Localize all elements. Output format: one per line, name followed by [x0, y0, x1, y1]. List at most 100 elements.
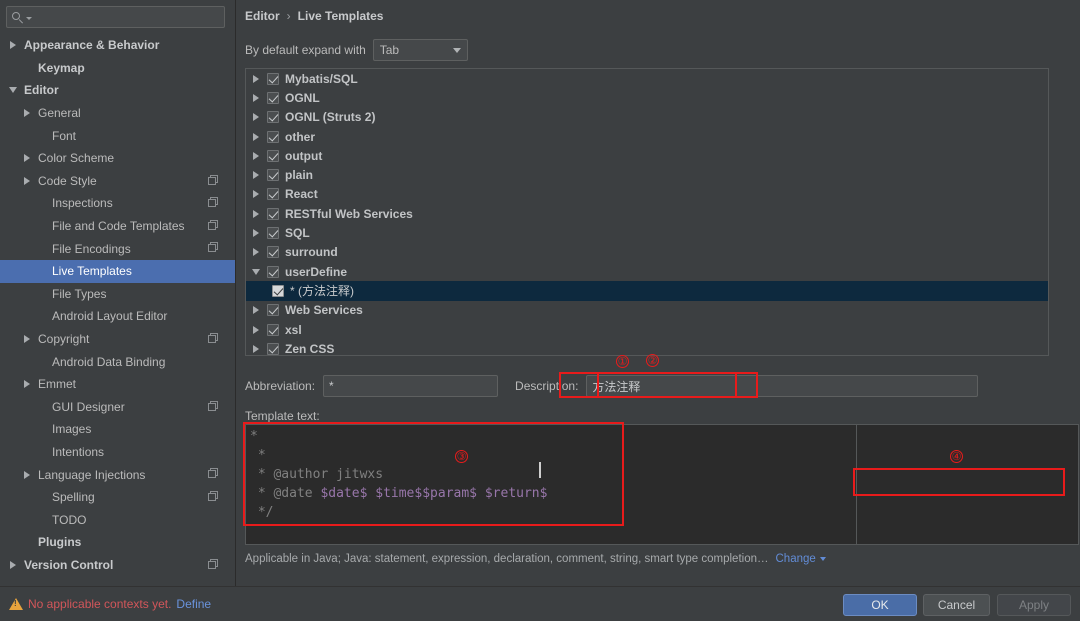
sidebar-item-file-and-code-templates[interactable]: File and Code Templates	[0, 215, 235, 238]
chevron-right-icon[interactable]	[251, 151, 267, 160]
template-enabled-checkbox[interactable]	[267, 91, 279, 104]
chevron-right-icon[interactable]	[20, 109, 34, 118]
copy-settings-icon[interactable]	[208, 490, 219, 502]
template-list-row[interactable]: React	[246, 185, 1048, 204]
chevron-down-icon[interactable]	[251, 268, 267, 275]
copy-settings-icon[interactable]	[208, 468, 219, 479]
apply-button[interactable]: Apply	[997, 594, 1071, 616]
sidebar-item-editor[interactable]: Editor	[0, 79, 235, 102]
change-contexts-link[interactable]: Change	[776, 553, 816, 565]
search-input[interactable]	[32, 10, 224, 24]
chevron-right-icon[interactable]	[251, 248, 267, 257]
template-enabled-checkbox[interactable]	[267, 207, 279, 220]
define-contexts-link[interactable]: Define	[176, 597, 211, 611]
template-list-row[interactable]: plain	[246, 165, 1048, 184]
template-list-row[interactable]: Zen CSS	[246, 339, 1048, 355]
template-list-row[interactable]: OGNL	[246, 88, 1048, 107]
template-list-row[interactable]: other	[246, 127, 1048, 146]
template-list-row[interactable]: Web Services	[246, 301, 1048, 320]
description-field[interactable]: 方法注释	[586, 375, 979, 397]
chevron-right-icon[interactable]	[20, 154, 34, 163]
template-enabled-checkbox[interactable]	[267, 227, 279, 240]
chevron-right-icon[interactable]	[6, 560, 20, 569]
template-enabled-checkbox[interactable]	[267, 304, 279, 317]
live-templates-list[interactable]: Mybatis/SQL OGNL OGNL (Struts 2) other outpu…	[245, 68, 1049, 356]
template-enabled-checkbox[interactable]	[267, 323, 279, 336]
sidebar-item-todo[interactable]: TODO	[0, 508, 235, 531]
chevron-right-icon[interactable]	[251, 190, 267, 199]
template-list-row[interactable]: OGNL (Struts 2)	[246, 108, 1048, 127]
chevron-right-icon[interactable]	[251, 344, 267, 353]
template-enabled-checkbox[interactable]	[272, 284, 284, 297]
template-enabled-checkbox[interactable]	[267, 111, 279, 124]
template-enabled-checkbox[interactable]	[267, 342, 279, 355]
sidebar-item-spelling[interactable]: Spelling	[0, 486, 235, 509]
template-enabled-checkbox[interactable]	[267, 265, 279, 278]
sidebar-item-appearance-behavior[interactable]: Appearance & Behavior	[0, 34, 235, 57]
sidebar-item-general[interactable]: General	[0, 102, 235, 125]
template-enabled-checkbox[interactable]	[267, 246, 279, 259]
sidebar-search[interactable]	[6, 6, 225, 28]
template-enabled-checkbox[interactable]	[267, 72, 279, 85]
cancel-button[interactable]: Cancel	[923, 594, 990, 616]
chevron-right-icon[interactable]	[251, 171, 267, 180]
copy-settings-icon[interactable]	[208, 197, 219, 208]
template-list-row[interactable]: surround	[246, 243, 1048, 262]
template-list-row[interactable]: Mybatis/SQL	[246, 69, 1048, 88]
template-list-row[interactable]: * (方法注释)	[246, 281, 1048, 301]
sidebar-item-file-types[interactable]: File Types	[0, 283, 235, 306]
copy-settings-icon[interactable]	[208, 174, 219, 186]
breadcrumb-root[interactable]: Editor	[245, 9, 280, 23]
sidebar-item-language-injections[interactable]: Language Injections	[0, 463, 235, 486]
sidebar-item-android-layout-editor[interactable]: Android Layout Editor	[0, 305, 235, 328]
settings-tree[interactable]: Appearance & Behavior Keymap Editor General…	[0, 34, 235, 586]
template-enabled-checkbox[interactable]	[267, 188, 279, 201]
chevron-right-icon[interactable]	[20, 470, 34, 479]
sidebar-item-images[interactable]: Images	[0, 418, 235, 441]
copy-settings-icon[interactable]	[208, 219, 219, 231]
copy-settings-icon[interactable]	[208, 242, 219, 253]
sidebar-item-inspections[interactable]: Inspections	[0, 192, 235, 215]
default-expand-combo[interactable]: Tab	[372, 39, 468, 61]
sidebar-item-plugins[interactable]: Plugins	[0, 531, 235, 554]
sidebar-item-version-control[interactable]: Version Control	[0, 554, 235, 577]
ok-button[interactable]: OK	[843, 594, 917, 616]
chevron-right-icon[interactable]	[251, 74, 267, 83]
template-enabled-checkbox[interactable]	[267, 130, 279, 143]
sidebar-item-emmet[interactable]: Emmet	[0, 373, 235, 396]
sidebar-item-color-scheme[interactable]: Color Scheme	[0, 147, 235, 170]
sidebar-item-font[interactable]: Font	[0, 124, 235, 147]
template-list-row[interactable]: SQL	[246, 223, 1048, 242]
copy-settings-icon[interactable]	[208, 332, 219, 344]
sidebar-item-gui-designer[interactable]: GUI Designer	[0, 396, 235, 419]
chevron-right-icon[interactable]	[251, 325, 267, 334]
sidebar-item-intentions[interactable]: Intentions	[0, 441, 235, 464]
template-enabled-checkbox[interactable]	[267, 169, 279, 182]
chevron-right-icon[interactable]	[251, 113, 267, 122]
sidebar-item-file-encodings[interactable]: File Encodings	[0, 237, 235, 260]
chevron-right-icon[interactable]	[251, 93, 267, 102]
sidebar-item-android-data-binding[interactable]: Android Data Binding	[0, 350, 235, 373]
chevron-right-icon[interactable]	[251, 306, 267, 315]
chevron-right-icon[interactable]	[20, 176, 34, 185]
template-enabled-checkbox[interactable]	[267, 149, 279, 162]
abbreviation-field[interactable]: *	[323, 375, 499, 397]
template-list-row[interactable]: userDefine	[246, 262, 1048, 281]
template-list-row[interactable]: xsl	[246, 320, 1048, 339]
chevron-right-icon[interactable]	[20, 335, 34, 344]
chevron-down-icon[interactable]	[6, 87, 20, 94]
chevron-right-icon[interactable]	[251, 229, 267, 238]
chevron-right-icon[interactable]	[251, 209, 267, 218]
chevron-right-icon[interactable]	[251, 132, 267, 141]
sidebar-scrollbar-track[interactable]	[224, 34, 233, 586]
sidebar-item-code-style[interactable]: Code Style	[0, 170, 235, 193]
chevron-down-icon[interactable]	[819, 557, 826, 561]
copy-settings-icon[interactable]	[208, 400, 219, 412]
template-editor-scrollbar-track[interactable]	[1069, 424, 1079, 545]
search-field[interactable]	[6, 6, 225, 28]
copy-settings-icon[interactable]	[208, 558, 219, 570]
chevron-right-icon[interactable]	[6, 41, 20, 50]
sidebar-item-copyright[interactable]: Copyright	[0, 328, 235, 351]
template-list-row[interactable]: RESTful Web Services	[246, 204, 1048, 223]
template-text-editor[interactable]: * * * @author jitwxs * @date $date$ $tim…	[245, 424, 857, 545]
